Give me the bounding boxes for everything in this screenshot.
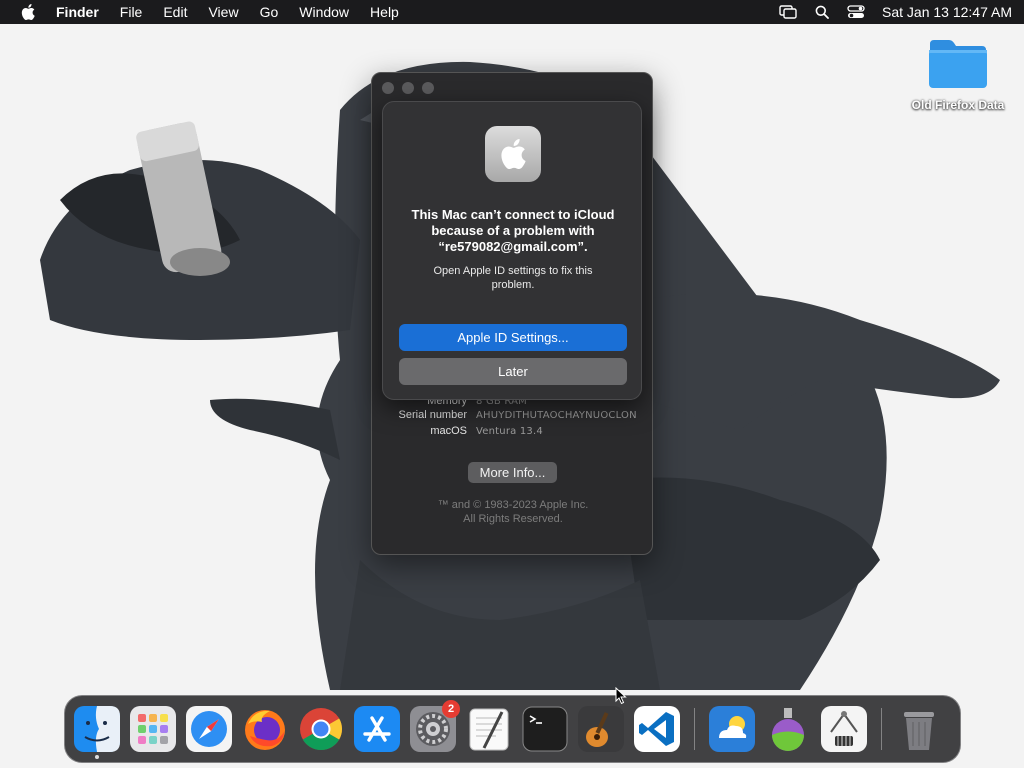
menu-view[interactable]: View (208, 4, 238, 20)
terminal-icon (522, 706, 568, 752)
info-row-macos: macOS Ventura 13.4 (372, 423, 654, 439)
menu-file[interactable]: File (120, 4, 143, 20)
window-controls (382, 82, 442, 94)
info-key: macOS (430, 425, 467, 437)
control-center-icon[interactable] (846, 4, 866, 20)
dock-weather[interactable] (709, 706, 755, 752)
desktop-folder-label: Old Firefox Data (911, 98, 1005, 112)
dock-safari[interactable] (186, 706, 232, 752)
spotlight-search-icon[interactable] (812, 4, 832, 20)
menu-app-finder[interactable]: Finder (56, 4, 99, 20)
running-indicator (95, 755, 99, 759)
dock-finder[interactable] (74, 706, 120, 759)
dock: 2 (64, 695, 961, 763)
menu-go[interactable]: Go (260, 4, 279, 20)
info-value: AHUYDITHUTAOCHAYNUOCLON (476, 409, 637, 421)
menu-help[interactable]: Help (370, 4, 399, 20)
app-store-icon (354, 706, 400, 752)
dock-archive-utility[interactable] (821, 706, 867, 752)
dock-garageband[interactable] (578, 706, 624, 752)
menu-bar-clock[interactable]: Sat Jan 13 12:47 AM (882, 4, 1012, 20)
firefox-icon (245, 710, 285, 750)
apple-logo-icon (485, 126, 541, 182)
dock-chrome[interactable] (298, 706, 344, 752)
info-key: Serial number (398, 409, 467, 421)
menu-edit[interactable]: Edit (163, 4, 187, 20)
info-value: 8 GB RAM (476, 399, 527, 407)
dock-terminal[interactable] (522, 706, 568, 752)
archive-utility-icon (821, 706, 867, 752)
menu-window[interactable]: Window (299, 4, 349, 20)
alert-message: Open Apple ID settings to fix this probl… (433, 265, 593, 291)
zoom-window-button[interactable] (422, 82, 434, 94)
dock-separator (694, 708, 695, 750)
safari-icon (186, 706, 232, 752)
info-key: Memory (427, 399, 467, 407)
dock-trash[interactable] (896, 706, 942, 752)
dock-system-settings[interactable]: 2 (410, 700, 460, 752)
info-row-serial: Serial number AHUYDITHUTAOCHAYNUOCLON (372, 407, 654, 423)
alert-title: This Mac can’t connect to iCloud because… (411, 207, 615, 254)
dock-textedit[interactable] (466, 706, 512, 752)
chrome-icon (300, 708, 343, 751)
finder-icon (74, 706, 120, 752)
icloud-alert-dialog: This Mac can’t connect to iCloud because… (382, 101, 642, 400)
vscode-icon (634, 706, 680, 752)
launchpad-icon (130, 706, 176, 752)
dock-firefox[interactable] (242, 706, 288, 752)
trash-icon (904, 712, 934, 750)
textedit-icon (469, 708, 509, 751)
dock-potion[interactable] (765, 706, 811, 752)
copyright-line: All Rights Reserved. (463, 513, 563, 525)
mac-info-list: Memory 8 GB RAM Serial number AHUYDITHUT… (372, 399, 654, 439)
notification-badge: 2 (442, 700, 460, 718)
garageband-icon (578, 706, 624, 752)
close-window-button[interactable] (382, 82, 394, 94)
folder-icon (929, 40, 987, 88)
potion-icon (772, 708, 804, 751)
dock-vscode[interactable] (634, 706, 680, 752)
minimize-window-button[interactable] (402, 82, 414, 94)
mouse-cursor-icon (615, 687, 627, 705)
copyright-text: ™ and © 1983-2023 Apple Inc. All Rights … (372, 498, 654, 526)
copyright-line: ™ and © 1983-2023 Apple Inc. (437, 499, 589, 511)
info-value: Ventura 13.4 (476, 425, 543, 437)
info-row-memory: Memory 8 GB RAM (372, 399, 654, 407)
dock-app-store[interactable] (354, 706, 400, 752)
dock-separator (881, 708, 882, 750)
more-info-button[interactable]: More Info... (468, 462, 557, 483)
menu-bar: Finder File Edit View Go Window Help Sat… (0, 0, 1024, 24)
apple-id-settings-button[interactable]: Apple ID Settings... (399, 324, 627, 351)
weather-icon (709, 706, 755, 752)
desktop-folder[interactable]: Old Firefox Data (906, 38, 1010, 112)
dock-launchpad[interactable] (130, 706, 176, 752)
screen-mirroring-icon[interactable] (778, 4, 798, 20)
apple-logo-icon[interactable] (20, 3, 38, 21)
later-button[interactable]: Later (399, 358, 627, 385)
